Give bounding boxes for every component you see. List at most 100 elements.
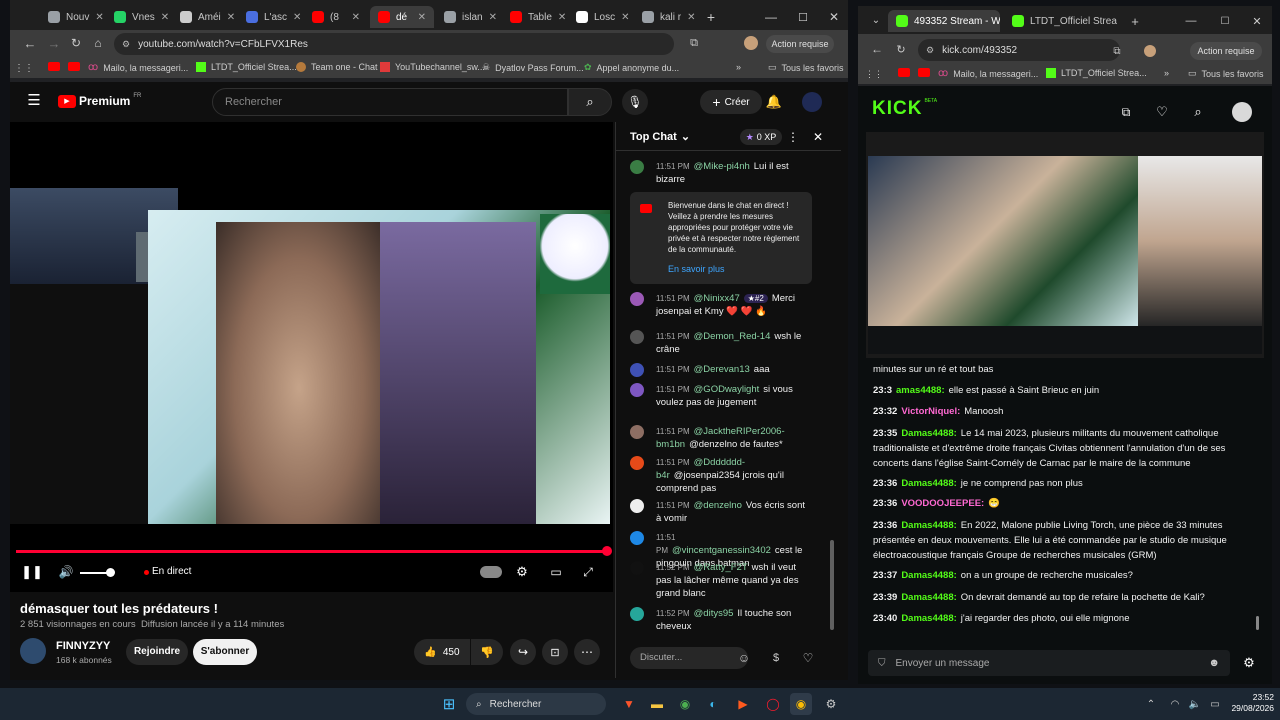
kick-user-avatar[interactable] xyxy=(1232,102,1252,122)
right-bookmark-mailo[interactable]: ꝏ Mailo, la messageri... xyxy=(938,68,1038,79)
more-bookmarks-icon[interactable]: » xyxy=(736,62,741,72)
channel-name[interactable]: FINNYZYY xyxy=(56,640,110,652)
kick-username[interactable]: amas4488: xyxy=(896,385,945,396)
chat-username[interactable]: @Derevan13 xyxy=(694,364,750,375)
kick-username[interactable]: VOODOOJEEPEE: xyxy=(901,498,984,509)
multi-view-icon[interactable]: ⧉ xyxy=(1118,104,1134,120)
chat-username[interactable]: @vincentganessin3402 xyxy=(672,545,771,556)
notifications-bell-icon[interactable]: 🔔 xyxy=(764,92,784,112)
kick-chat-message[interactable]: 23:36 Damas4488: je ne comprend pas non pl… xyxy=(873,476,1258,491)
create-button[interactable]: + Créer xyxy=(700,90,762,114)
right-all-bookmarks[interactable]: ▭ Tous les favoris xyxy=(1188,68,1264,79)
close-tab-icon[interactable]: ✕ xyxy=(418,12,426,23)
chat-avatar[interactable] xyxy=(630,456,644,470)
chat-message[interactable]: 11:51 PM @Ddddddd-b4r @josenpai2354 jcrois… xyxy=(630,456,810,495)
chat-avatar[interactable] xyxy=(630,383,644,397)
settings-gear-icon[interactable]: ⚙ xyxy=(514,564,530,580)
tab-0[interactable]: Nouv ✕ xyxy=(40,6,104,28)
close-tab-icon[interactable]: ✕ xyxy=(161,12,169,23)
tab-8[interactable]: Losc ✕ xyxy=(568,6,632,28)
chat-username[interactable]: @ditys95 xyxy=(694,608,734,619)
close-tab-icon[interactable]: ✕ xyxy=(352,12,360,23)
tab-5[interactable]: dé ✕ xyxy=(370,6,434,28)
chat-more-icon[interactable]: ⋮ xyxy=(786,129,800,145)
tab-3[interactable]: L'asc ✕ xyxy=(238,6,302,28)
bookmark-youtubechannel[interactable]: YouTubechannel_sw... xyxy=(380,62,485,72)
right-new-tab-button[interactable]: + xyxy=(1128,14,1142,29)
yt-search-input[interactable]: Rechercher xyxy=(212,88,568,116)
minimize-button[interactable]: — xyxy=(762,8,780,26)
start-button[interactable]: ⊞ xyxy=(438,693,460,715)
close-tab-icon[interactable]: ✕ xyxy=(558,12,566,23)
right-bookmark-2[interactable] xyxy=(918,68,930,77)
kick-logo[interactable]: KICK BETA xyxy=(872,98,937,120)
close-window-button[interactable]: ✕ xyxy=(825,8,843,26)
speaker-icon[interactable]: 🔈 xyxy=(1184,693,1206,715)
emoji-icon[interactable]: ☻ xyxy=(1208,657,1220,669)
right-bookmark-ltdt[interactable]: LTDT_Officiel Strea... xyxy=(1046,68,1147,78)
chat-avatar[interactable] xyxy=(630,292,644,306)
kick-chat-message[interactable]: minutes sur un ré et tout bas xyxy=(873,362,1258,377)
kick-username[interactable]: VictorNiquel: xyxy=(901,406,960,417)
tab-7[interactable]: Table ✕ xyxy=(502,6,566,28)
close-tab-icon[interactable]: ✕ xyxy=(227,12,235,23)
right-close-window-button[interactable]: ✕ xyxy=(1250,14,1264,28)
right-action-required-button[interactable]: Action requise xyxy=(1190,42,1262,60)
kick-chat-message[interactable]: 23:39 Damas4488: On devrait demandé au top… xyxy=(873,590,1258,605)
chrome-icon[interactable]: ◉ xyxy=(674,693,696,715)
live-label[interactable]: En direct xyxy=(152,566,191,577)
chat-scrollbar[interactable] xyxy=(830,540,834,630)
kick-scrollbar[interactable] xyxy=(1256,616,1259,630)
chat-message[interactable]: 11:51 PM @Mike-pi4nh Lui il est bizarre xyxy=(630,160,810,186)
theater-mode-icon[interactable]: ▭ xyxy=(548,564,564,580)
like-button[interactable]: 👍 450 xyxy=(414,639,470,665)
taskbar-search[interactable]: ⌕ Rechercher xyxy=(466,693,606,715)
chrome-active-icon[interactable]: ◉ xyxy=(790,693,812,715)
media-player-icon[interactable]: ▶ xyxy=(732,693,754,715)
chat-avatar[interactable] xyxy=(630,607,644,621)
back-icon[interactable]: ← xyxy=(22,35,38,51)
wifi-icon[interactable]: ◠ xyxy=(1164,693,1186,715)
chat-avatar[interactable] xyxy=(630,561,644,575)
close-tab-icon[interactable]: ✕ xyxy=(293,12,301,23)
join-button[interactable]: Rejoindre xyxy=(126,639,188,665)
profile-avatar[interactable] xyxy=(744,36,758,50)
voice-search-icon[interactable]: 🎙 xyxy=(622,89,648,115)
kick-username[interactable]: Damas4488: xyxy=(901,520,956,531)
apps-icon[interactable]: ⋮⋮ xyxy=(14,62,34,74)
heart-icon[interactable]: ♡ xyxy=(800,650,816,666)
action-required-button[interactable]: Action requise xyxy=(766,35,834,53)
chat-username[interactable]: @Ninixx47 xyxy=(694,293,740,304)
chat-close-icon[interactable]: ✕ xyxy=(810,129,826,145)
tab-search-icon[interactable]: ⌄ xyxy=(870,14,882,26)
chat-avatar[interactable] xyxy=(630,425,644,439)
chat-username[interactable]: @Mike-pi4nh xyxy=(694,161,750,172)
taskbar-clock[interactable]: 23:52 29/08/2026 xyxy=(1226,692,1274,714)
all-bookmarks[interactable]: ▭ Tous les favoris xyxy=(768,62,844,73)
right-tab-ltdt[interactable]: LTDT_Officiel Strea ✕ xyxy=(1004,10,1122,32)
yt-search-button[interactable]: ⌕ xyxy=(568,88,612,116)
learn-more-link[interactable]: En savoir plus xyxy=(668,264,725,274)
right-maximize-button[interactable]: ☐ xyxy=(1218,14,1232,28)
right-profile-avatar[interactable] xyxy=(1144,45,1156,57)
address-bar[interactable]: ⚙ youtube.com/watch?v=CFbLFVX1Res xyxy=(114,33,674,55)
super-chat-icon[interactable]: $ xyxy=(768,650,784,666)
top-chat-selector[interactable]: Top Chat ⌄ xyxy=(630,130,690,144)
site-info-icon[interactable]: ⚙ xyxy=(122,39,130,50)
chat-message[interactable]: 11:51 PM @Derevan13 aaa xyxy=(630,363,810,377)
chat-message[interactable]: 11:51 PM @denzelno Vos écris sont à vomir xyxy=(630,499,810,525)
bookmark-1[interactable] xyxy=(48,62,60,71)
maximize-button[interactable]: ☐ xyxy=(794,8,812,26)
right-reload-icon[interactable]: ↻ xyxy=(894,42,908,56)
battery-icon[interactable]: ▭ xyxy=(1204,693,1226,715)
tray-chevron-icon[interactable]: ⌃ xyxy=(1140,693,1162,715)
forward-icon[interactable]: → xyxy=(46,35,62,51)
chat-message[interactable]: 11:51 PM @Ninixx47 ★#2 Merci josenpai et Km… xyxy=(630,292,810,318)
yt-account-avatar[interactable] xyxy=(802,92,822,112)
close-tab-icon[interactable]: ✕ xyxy=(489,12,497,23)
right-minimize-button[interactable]: — xyxy=(1184,14,1198,28)
close-tab-icon[interactable]: ✕ xyxy=(687,12,695,23)
chat-message[interactable]: 11:52 PM @Ratty_F2T wsh il veut pas la lâc… xyxy=(630,561,810,600)
youtube-logo[interactable]: ▶ Premium FR xyxy=(58,93,141,108)
progress-scrubber[interactable] xyxy=(602,546,612,556)
